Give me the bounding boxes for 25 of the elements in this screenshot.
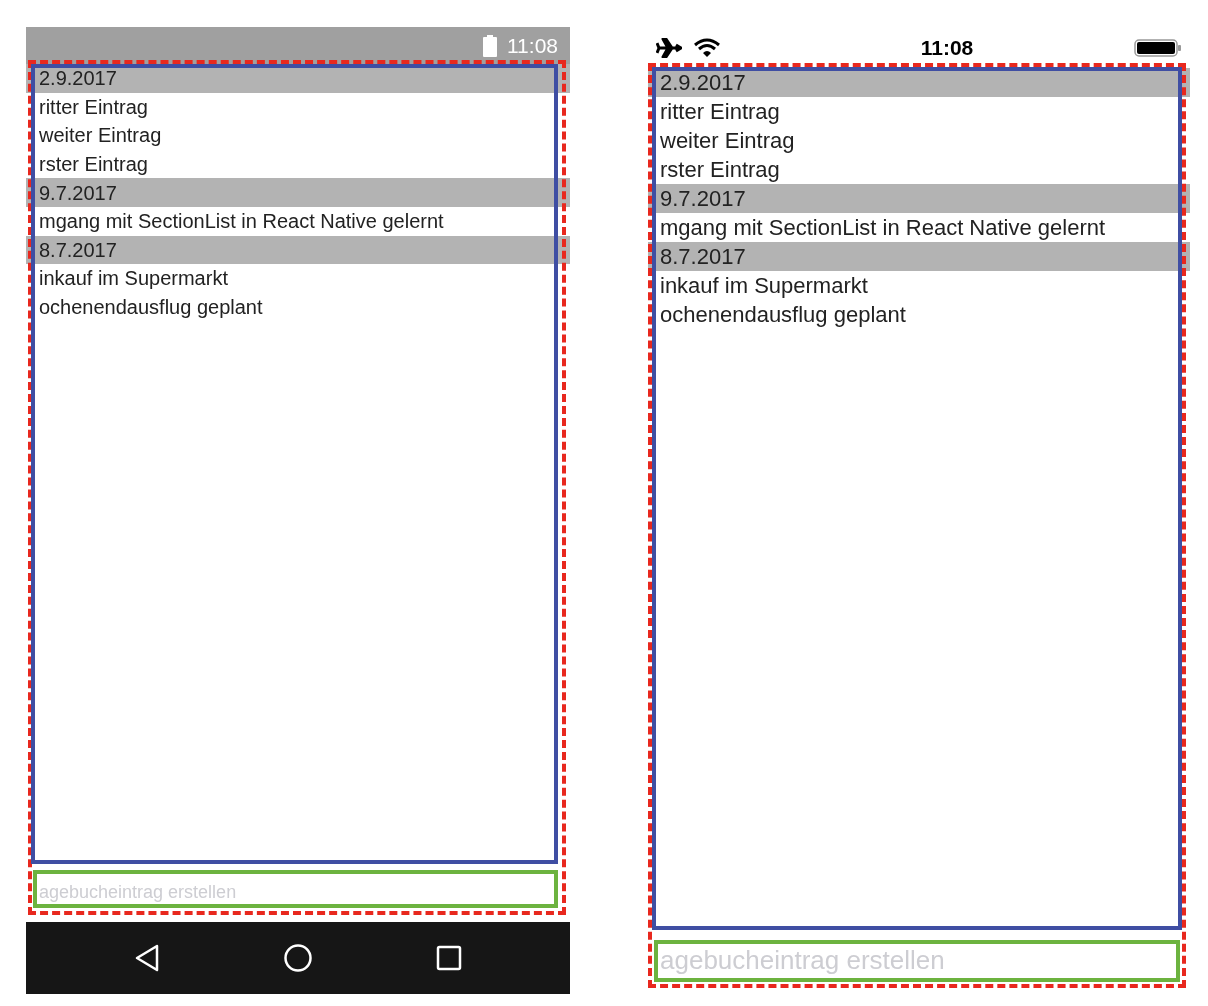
list-item[interactable]: inkauf im Supermarkt	[26, 264, 570, 293]
section-header: 8.7.2017	[648, 242, 1190, 271]
list-item[interactable]: ochenendausflug geplant	[26, 292, 570, 322]
status-time: 11:08	[507, 32, 558, 59]
list-item[interactable]: ritter Eintrag	[648, 97, 1190, 126]
list-item[interactable]: ochenendausflug geplant	[648, 300, 1190, 329]
list-item[interactable]: mgang mit SectionList in React Native gelernt	[648, 213, 1190, 242]
list-item[interactable]: weiter Eintrag	[648, 126, 1190, 155]
status-time: 11:08	[919, 34, 974, 61]
square-icon[interactable]	[436, 945, 462, 971]
section-header: 9.7.2017	[648, 184, 1190, 213]
list-item[interactable]: rster Eintrag	[648, 155, 1190, 184]
list-item[interactable]: mgang mit SectionList in React Native gelernt	[26, 206, 570, 236]
section-header: 9.7.2017	[26, 178, 570, 207]
list-item[interactable]: rster Eintrag	[26, 149, 570, 179]
list-item[interactable]: inkauf im Supermarkt	[648, 271, 1190, 300]
back-icon[interactable]	[134, 944, 160, 972]
list-item[interactable]: ritter Eintrag	[26, 92, 570, 122]
home-icon[interactable]	[283, 943, 313, 973]
airplane-icon	[656, 37, 682, 58]
list-item[interactable]: weiter Eintrag	[26, 121, 570, 150]
section-header: 8.7.2017	[26, 235, 570, 265]
battery-icon	[1134, 37, 1182, 58]
battery-icon	[483, 34, 497, 57]
wifi-icon	[694, 37, 720, 58]
